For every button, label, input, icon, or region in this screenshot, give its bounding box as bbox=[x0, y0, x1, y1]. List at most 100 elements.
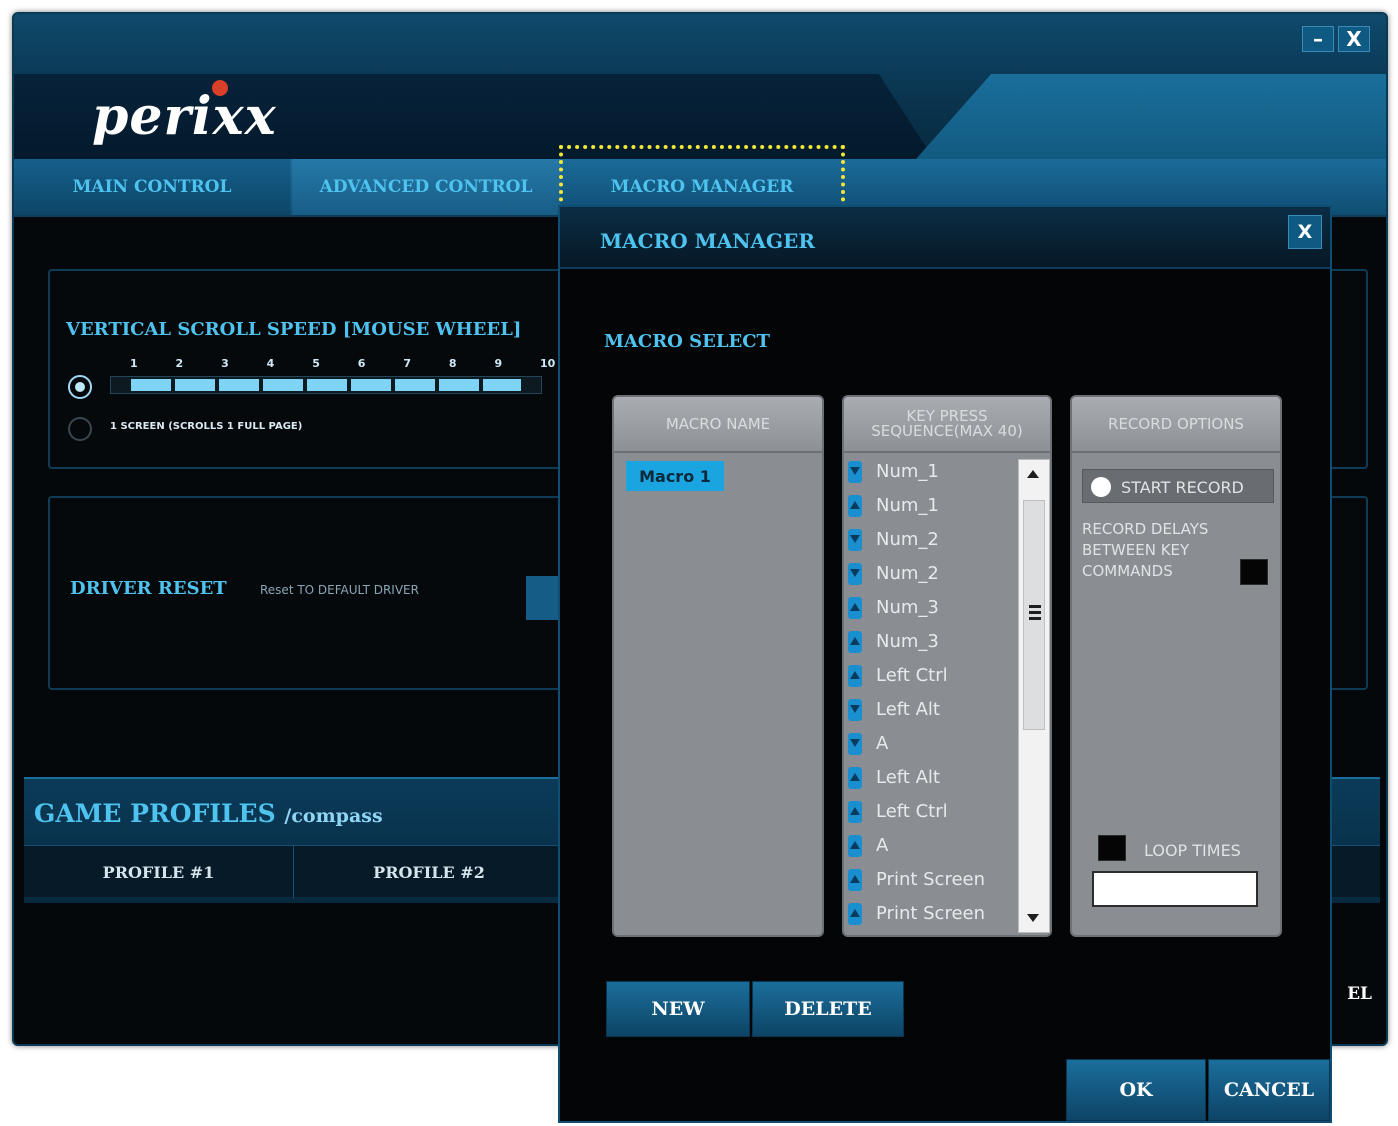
macro-manager-dialog: MACRO MANAGER X MACRO SELECT MACRO NAME … bbox=[558, 205, 1332, 1123]
key-sequence-row[interactable]: Print Screen bbox=[844, 863, 1020, 897]
driver-reset-label: DRIVER RESET bbox=[70, 578, 227, 599]
scroll-tick-label: 7 bbox=[403, 357, 411, 370]
tab-advanced-control[interactable]: ADVANCED CONTROL bbox=[292, 159, 560, 215]
scroll-speed-slider-fill bbox=[131, 379, 521, 391]
key-sequence-row[interactable]: Left Alt bbox=[844, 761, 1020, 795]
ok-button[interactable]: OK bbox=[1066, 1059, 1206, 1121]
new-macro-button[interactable]: NEW bbox=[606, 981, 750, 1037]
game-profiles-subtitle: /compass bbox=[284, 805, 383, 827]
key-sequence-row[interactable]: Left Alt bbox=[844, 693, 1020, 727]
key-sequence-list[interactable]: Num_1 Num_1 Num_2 Num_2 Num_3 Num_3 Left Ctrl L… bbox=[844, 455, 1020, 935]
key-down-icon bbox=[848, 563, 862, 585]
key-sequence-label: Num_1 bbox=[876, 495, 939, 516]
tab-main-control[interactable]: MAIN CONTROL bbox=[14, 159, 290, 215]
scroll-speed-slider[interactable] bbox=[110, 376, 542, 394]
key-sequence-row[interactable]: A bbox=[844, 727, 1020, 761]
key-sequence-row[interactable]: Num_1 bbox=[844, 489, 1020, 523]
logo-dot-icon bbox=[212, 80, 228, 96]
key-sequence-row[interactable]: Print Screen bbox=[844, 897, 1020, 931]
scroll-tick-label: 8 bbox=[448, 357, 457, 370]
delete-macro-button[interactable]: DELETE bbox=[752, 981, 904, 1037]
scroll-tick-label: 1 bbox=[130, 357, 138, 370]
key-up-icon bbox=[848, 835, 862, 857]
key-up-icon bbox=[848, 495, 862, 517]
dialog-close-button[interactable]: X bbox=[1288, 215, 1322, 249]
scroll-tick-label: 4 bbox=[266, 357, 275, 370]
key-sequence-label: Num_3 bbox=[876, 597, 939, 618]
key-sequence-header: KEY PRESS SEQUENCE(MAX 40) bbox=[844, 397, 1050, 453]
record-options-header: RECORD OPTIONS bbox=[1072, 397, 1280, 453]
close-button[interactable]: X bbox=[1338, 26, 1370, 52]
scroll-speed-title: VERTICAL SCROLL SPEED [MOUSE WHEEL] bbox=[66, 319, 522, 340]
game-profiles-title-text: GAME PROFILES bbox=[34, 799, 276, 828]
key-sequence-label: A bbox=[876, 733, 889, 754]
key-sequence-label: Num_3 bbox=[876, 631, 939, 652]
macro-list-item[interactable]: Macro 1 bbox=[626, 461, 724, 491]
cancel-button[interactable]: CANCEL bbox=[1208, 1059, 1330, 1121]
key-up-icon bbox=[848, 597, 862, 619]
key-sequence-row[interactable]: Num_1 bbox=[844, 455, 1020, 489]
key-up-icon bbox=[848, 665, 862, 687]
key-sequence-label: Print Screen bbox=[876, 869, 986, 890]
scroll-thumb[interactable] bbox=[1023, 500, 1045, 730]
macro-name-header: MACRO NAME bbox=[614, 397, 822, 453]
key-sequence-row[interactable]: Num_2 bbox=[844, 523, 1020, 557]
scroll-up-arrow-icon[interactable] bbox=[1027, 470, 1039, 478]
scroll-screen-radio[interactable] bbox=[68, 417, 92, 441]
dialog-title: MACRO MANAGER bbox=[600, 229, 815, 253]
key-up-icon bbox=[848, 801, 862, 823]
key-down-icon bbox=[848, 699, 862, 721]
record-dot-icon bbox=[1091, 477, 1111, 497]
key-sequence-label: Num_2 bbox=[876, 529, 939, 550]
scroll-tick-label: 6 bbox=[357, 357, 366, 370]
key-sequence-label: Print Screen bbox=[876, 903, 986, 924]
key-sequence-row[interactable]: A bbox=[844, 829, 1020, 863]
key-sequence-row[interactable]: Left Ctrl bbox=[844, 659, 1020, 693]
title-bar-swoosh bbox=[916, 74, 1386, 159]
record-delays-label: RECORD DELAYS BETWEEN KEY COMMANDS bbox=[1082, 520, 1209, 580]
key-up-icon bbox=[848, 903, 862, 925]
macro-select-label: MACRO SELECT bbox=[604, 331, 770, 352]
scroll-lines-radio[interactable] bbox=[68, 375, 92, 399]
loop-times-label: LOOP TIMES bbox=[1144, 841, 1241, 860]
scroll-tick-labels: 1 2 3 4 5 6 7 8 9 10 bbox=[130, 357, 555, 373]
key-sequence-label: Left Alt bbox=[876, 767, 940, 788]
driver-reset-text: Reset TO DEFAULT DRIVER bbox=[260, 583, 419, 597]
profile-tab-1[interactable]: PROFILE #1 bbox=[24, 846, 294, 898]
key-sequence-row[interactable]: Num_3 bbox=[844, 625, 1020, 659]
key-down-icon bbox=[848, 733, 862, 755]
scroll-tick-label: 9 bbox=[494, 357, 503, 370]
minimize-button[interactable]: – bbox=[1302, 26, 1334, 52]
profile-tab-2[interactable]: PROFILE #2 bbox=[294, 846, 564, 898]
key-sequence-column: KEY PRESS SEQUENCE(MAX 40) Num_1 Num_1 Num… bbox=[842, 395, 1052, 937]
loop-times-checkbox[interactable] bbox=[1098, 835, 1126, 861]
key-up-icon bbox=[848, 631, 862, 653]
key-down-icon bbox=[848, 461, 862, 483]
key-down-icon bbox=[848, 529, 862, 551]
key-sequence-label: Left Alt bbox=[876, 699, 940, 720]
record-delays-checkbox[interactable] bbox=[1240, 559, 1268, 585]
title-bar: perixx – X bbox=[14, 14, 1386, 159]
scroll-down-arrow-icon[interactable] bbox=[1027, 914, 1039, 922]
key-sequence-label: Left Ctrl bbox=[876, 665, 948, 686]
perixx-logo: perixx bbox=[92, 86, 277, 147]
key-sequence-label: A bbox=[876, 835, 889, 856]
key-list-scrollbar[interactable] bbox=[1018, 459, 1050, 933]
scroll-screen-label: 1 SCREEN (SCROLLS 1 FULL PAGE) bbox=[110, 421, 303, 432]
game-profiles-title: GAME PROFILES /compass bbox=[34, 799, 383, 828]
key-sequence-row[interactable]: Num_2 bbox=[844, 557, 1020, 591]
key-up-icon bbox=[848, 869, 862, 891]
record-options-column: RECORD OPTIONS START RECORD RECORD DELAY… bbox=[1070, 395, 1282, 937]
background-cancel-button[interactable]: EL bbox=[1347, 984, 1372, 1004]
key-up-icon bbox=[848, 767, 862, 789]
loop-times-input[interactable] bbox=[1092, 871, 1258, 907]
scroll-tick-label: 3 bbox=[221, 357, 229, 370]
start-record-button[interactable]: START RECORD bbox=[1082, 469, 1274, 503]
key-sequence-row[interactable]: Num_3 bbox=[844, 591, 1020, 625]
start-record-label: START RECORD bbox=[1121, 478, 1244, 497]
scroll-tick-label: 5 bbox=[312, 357, 320, 370]
key-sequence-label: Num_2 bbox=[876, 563, 939, 584]
scroll-tick-label: 10 bbox=[540, 357, 556, 370]
scroll-grip-icon bbox=[1029, 605, 1041, 621]
key-sequence-row[interactable]: Left Ctrl bbox=[844, 795, 1020, 829]
